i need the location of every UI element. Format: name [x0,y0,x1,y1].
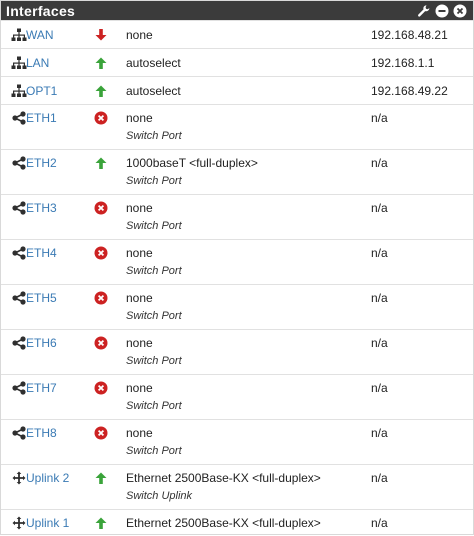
status-blocked-icon [94,201,108,215]
interface-port-type: Switch Port [126,310,182,322]
close-circle-icon[interactable] [453,4,467,18]
interface-media: none [126,111,153,125]
interface-row: Uplink 1 Ethernet 2500Base-KX <full-duple… [1,509,473,536]
network-icon [11,84,27,98]
interface-media: none [126,291,153,305]
status-blocked-icon [94,291,108,305]
interface-media: autoselect [126,56,181,70]
panel-controls [417,4,467,18]
interface-media: none [126,246,153,260]
interface-media: none [126,381,153,395]
network-icon [11,56,27,70]
interface-media: 1000baseT <full-duplex> [126,156,258,170]
interface-ip: n/a [371,201,388,215]
interface-row: ETH7 none Switch Port n/a [1,374,473,419]
interface-row: ETH5 none Switch Port n/a [1,284,473,329]
share-icon [11,381,27,395]
interface-port-type: Switch Port [126,400,182,412]
arrows-icon [11,516,27,530]
interface-row: ETH8 none Switch Port n/a [1,419,473,464]
interface-name-link[interactable]: ETH7 [26,381,57,395]
share-icon [11,246,27,260]
interface-name-link[interactable]: Uplink 1 [26,516,69,530]
interface-ip: n/a [371,111,388,125]
status-up-icon [94,56,108,70]
status-blocked-icon [94,426,108,440]
interface-row: LAN autoselect 192.168.1.1 [1,48,473,76]
share-icon [11,336,27,350]
share-icon [11,156,27,170]
interface-name-link[interactable]: ETH2 [26,156,57,170]
share-icon [11,111,27,125]
share-icon [11,201,27,215]
interface-port-type: Switch Port [126,355,182,367]
interface-ip: 192.168.1.1 [371,56,435,70]
status-up-icon [94,156,108,170]
interface-port-type: Switch Port [126,220,182,232]
panel-header: Interfaces [1,1,473,20]
interface-media: none [126,201,153,215]
interface-row: OPT1 autoselect 192.168.49.22 [1,76,473,104]
interface-row: ETH2 1000baseT <full-duplex> Switch Port n/… [1,149,473,194]
interface-media: Ethernet 2500Base-KX <full-duplex> [126,471,321,485]
interface-ip: n/a [371,516,388,530]
interface-row: Uplink 2 Ethernet 2500Base-KX <full-duple… [1,464,473,509]
interface-name-link[interactable]: ETH8 [26,426,57,440]
interface-ip: 192.168.49.22 [371,84,448,98]
interface-ip: n/a [371,426,388,440]
interface-ip: n/a [371,471,388,485]
share-icon [11,291,27,305]
interface-name-link[interactable]: LAN [26,56,49,70]
status-down-icon [94,28,108,42]
interface-row: ETH3 none Switch Port n/a [1,194,473,239]
interface-port-type: Switch Port [126,445,182,457]
status-up-icon [94,516,108,530]
interface-row: WAN none 192.168.48.21 [1,20,473,48]
interface-row: ETH1 none Switch Port n/a [1,104,473,149]
interface-name-link[interactable]: ETH3 [26,201,57,215]
interface-port-type: Switch Port [126,130,182,142]
status-blocked-icon [94,111,108,125]
share-icon [11,426,27,440]
interface-row: ETH6 none Switch Port n/a [1,329,473,374]
interface-name-link[interactable]: ETH5 [26,291,57,305]
interface-name-link[interactable]: ETH6 [26,336,57,350]
interface-ip: n/a [371,291,388,305]
interface-media: autoselect [126,84,181,98]
interface-name-link[interactable]: Uplink 2 [26,471,69,485]
panel-title: Interfaces [6,2,76,19]
interface-media: Ethernet 2500Base-KX <full-duplex> [126,516,321,530]
interface-port-type: Switch Port [126,175,182,187]
interface-port-type: Switch Port [126,265,182,277]
interface-port-type: Switch Uplink [126,490,193,502]
interface-media: none [126,28,153,42]
minus-circle-icon[interactable] [435,4,449,18]
interfaces-widget: Interfaces WAN none 192.168.48.21 LAN autose… [0,0,474,535]
interface-row: ETH4 none Switch Port n/a [1,239,473,284]
status-blocked-icon [94,381,108,395]
status-up-icon [94,84,108,98]
interface-name-link[interactable]: OPT1 [26,84,57,98]
interface-ip: n/a [371,381,388,395]
interface-name-link[interactable]: WAN [26,28,54,42]
status-blocked-icon [94,246,108,260]
interface-ip: n/a [371,156,388,170]
status-up-icon [94,471,108,485]
interface-media: none [126,426,153,440]
interface-ip: n/a [371,336,388,350]
interface-media: none [126,336,153,350]
wrench-icon[interactable] [417,4,431,18]
network-icon [11,28,27,42]
interface-ip: 192.168.48.21 [371,28,448,42]
arrows-icon [11,471,27,485]
interface-name-link[interactable]: ETH4 [26,246,57,260]
interface-ip: n/a [371,246,388,260]
interface-name-link[interactable]: ETH1 [26,111,57,125]
status-blocked-icon [94,336,108,350]
